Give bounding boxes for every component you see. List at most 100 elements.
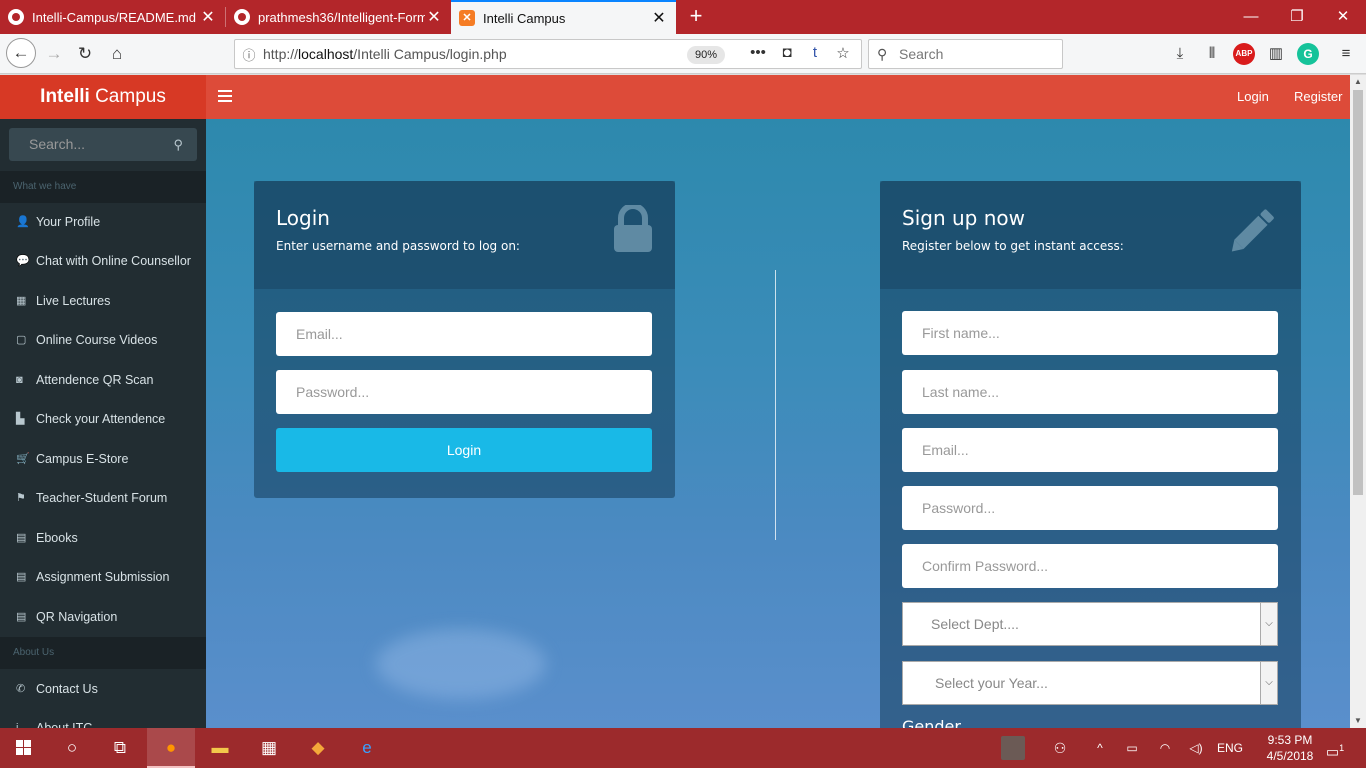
info-icon[interactable]: ⓘ xyxy=(235,45,263,64)
windows-taskbar: ○ ⧉ ● ▬ ▦ ◆ e ⚇ ^ ▭ ◠ ◁) ENG 9:53 PM 4/5… xyxy=(0,728,1366,768)
brand-logo[interactable]: Intelli Campus xyxy=(0,75,206,119)
close-tab-icon[interactable]: ✕ xyxy=(199,7,217,27)
notifications-icon[interactable]: ▭1 xyxy=(1320,728,1350,768)
page-actions-icon[interactable]: ••• xyxy=(747,44,769,61)
language-indicator[interactable]: ENG xyxy=(1214,728,1246,768)
placeholder: Email... xyxy=(922,442,969,458)
tray-chevron-icon[interactable]: ^ xyxy=(1088,728,1112,768)
sidebar-item-label: Your Profile xyxy=(36,215,101,229)
battery-icon[interactable]: ▭ xyxy=(1120,728,1144,768)
browser-search-input[interactable]: ⚲ Search xyxy=(868,39,1063,69)
sidebar-item-check-attendence[interactable]: ▙ Check your Attendence xyxy=(0,400,206,438)
volume-icon[interactable]: ◁) xyxy=(1183,728,1209,768)
dept-select[interactable]: Select Dept.... ⌵ xyxy=(902,602,1278,646)
bar-chart-icon: ▙ xyxy=(16,413,25,425)
forward-button[interactable]: → xyxy=(40,40,68,68)
placeholder: First name... xyxy=(922,325,1000,341)
browser-tab-active[interactable]: ✕ Intelli Campus ✕ xyxy=(451,0,676,34)
note-icon: ▢ xyxy=(16,334,27,346)
home-button[interactable]: ⌂ xyxy=(103,40,131,68)
close-tab-icon[interactable]: ✕ xyxy=(425,7,443,27)
pocket-icon[interactable]: ◘ xyxy=(776,44,798,61)
sidebar-search-input[interactable]: Search... ⚲ xyxy=(9,128,197,161)
wifi-icon[interactable]: ◠ xyxy=(1153,728,1177,768)
login-button[interactable]: Login xyxy=(276,428,652,472)
chevron-down-icon[interactable]: ⌵ xyxy=(1260,603,1277,645)
sidebar-item-forum[interactable]: ⚑ Teacher-Student Forum xyxy=(0,479,206,517)
sidebar-item-about[interactable]: i About ITC xyxy=(0,709,206,728)
web-page: Intelli Campus Login Register Search... … xyxy=(0,75,1350,728)
grammarly-icon[interactable]: G xyxy=(1297,43,1319,65)
signup-email-input[interactable]: Email... xyxy=(902,428,1278,472)
sidebar-toggle-icon[interactable]: ▥ xyxy=(1265,43,1287,65)
url-prefix: http:// xyxy=(263,46,299,62)
sidebar-item-live-lectures[interactable]: ▦ Live Lectures xyxy=(0,282,206,320)
bookmark-star-icon[interactable]: ☆ xyxy=(832,44,854,62)
scroll-down-icon[interactable]: ▼ xyxy=(1350,714,1366,728)
sidebar-item-qr-scan[interactable]: ◙ Attendence QR Scan xyxy=(0,361,206,399)
sidebar-item-e-store[interactable]: 🛒 Campus E-Store xyxy=(0,440,206,478)
edge-icon[interactable]: e xyxy=(343,728,391,768)
scroll-thumb[interactable] xyxy=(1353,90,1363,495)
page-scrollbar[interactable]: ▲ ▼ xyxy=(1350,75,1366,728)
hamburger-menu-icon[interactable] xyxy=(218,87,232,105)
close-tab-icon[interactable]: ✕ xyxy=(650,8,668,28)
clock[interactable]: 9:53 PM 4/5/2018 xyxy=(1258,732,1322,764)
chevron-down-icon[interactable]: ⌵ xyxy=(1260,662,1277,704)
tab-title: Intelli Campus xyxy=(483,10,566,26)
reload-button[interactable]: ↻ xyxy=(71,40,99,68)
sidebar-item-your-profile[interactable]: 👤 Your Profile xyxy=(0,203,206,241)
app-icon[interactable]: ◆ xyxy=(294,728,342,768)
login-email-input[interactable]: Email... xyxy=(276,312,652,356)
user-icon: 👤 xyxy=(16,216,30,228)
people-icon[interactable]: ⚇ xyxy=(1046,728,1074,768)
login-password-input[interactable]: Password... xyxy=(276,370,652,414)
cortana-icon[interactable]: ○ xyxy=(48,728,96,768)
chat-icon: 💬 xyxy=(16,255,30,267)
download-icon[interactable]: ⤓ xyxy=(1169,43,1191,65)
info-icon: i xyxy=(16,722,19,728)
file-explorer-icon[interactable]: ▬ xyxy=(196,728,244,768)
signup-password-input[interactable]: Password... xyxy=(902,486,1278,530)
sidebar-item-contact-us[interactable]: ✆ Contact Us xyxy=(0,670,206,708)
sidebar-item-qr-navigation[interactable]: ▤ QR Navigation xyxy=(0,598,206,636)
search-icon[interactable]: ⚲ xyxy=(173,128,183,161)
browser-tab-1[interactable]: Intelli-Campus/README.md at ✕ xyxy=(0,0,225,34)
sidebar-item-chat[interactable]: 💬 Chat with Online Counsellor xyxy=(0,242,206,280)
github-icon xyxy=(234,9,250,25)
sidebar-item-course-videos[interactable]: ▢ Online Course Videos xyxy=(0,321,206,359)
sidebar-item-assignment[interactable]: ▤ Assignment Submission xyxy=(0,558,206,596)
year-select[interactable]: Select your Year... ⌵ xyxy=(902,661,1278,705)
menu-icon[interactable]: ≡ xyxy=(1335,43,1357,65)
restore-icon[interactable]: ❐ xyxy=(1274,0,1320,34)
sidebar-search-placeholder: Search... xyxy=(29,136,86,152)
store-icon[interactable]: ▦ xyxy=(245,728,293,768)
tumblr-icon[interactable]: t xyxy=(804,44,826,61)
scroll-up-icon[interactable]: ▲ xyxy=(1350,75,1366,89)
library-icon[interactable]: ⫴ xyxy=(1201,43,1223,65)
task-view-icon[interactable]: ⧉ xyxy=(96,728,144,768)
firefox-icon[interactable]: ● xyxy=(147,728,195,768)
user-avatar[interactable] xyxy=(996,728,1030,768)
book-icon: ▤ xyxy=(16,611,27,623)
first-name-input[interactable]: First name... xyxy=(902,311,1278,355)
confirm-password-input[interactable]: Confirm Password... xyxy=(902,544,1278,588)
browser-nav-bar: ← → ↻ ⌂ ⓘ http://localhost/Intelli Campu… xyxy=(0,34,1366,74)
start-button[interactable] xyxy=(0,728,48,768)
window-controls: — ❐ ✕ xyxy=(1228,0,1366,34)
sidebar-item-label: About ITC xyxy=(36,721,93,728)
url-bar[interactable]: ⓘ http://localhost/Intelli Campus/login.… xyxy=(234,39,862,69)
adblock-icon[interactable]: ABP xyxy=(1233,43,1255,65)
browser-tab-2[interactable]: prathmesh36/Intelligent-Form- ✕ xyxy=(226,0,451,34)
back-button[interactable]: ← xyxy=(6,38,36,68)
header-register-link[interactable]: Register xyxy=(1294,75,1342,119)
close-window-icon[interactable]: ✕ xyxy=(1320,0,1366,34)
sidebar-item-ebooks[interactable]: ▤ Ebooks xyxy=(0,519,206,557)
zoom-badge[interactable]: 90% xyxy=(687,46,726,64)
new-tab-button[interactable]: + xyxy=(676,0,716,34)
header-login-link[interactable]: Login xyxy=(1237,75,1269,119)
login-panel: Login Enter username and password to log… xyxy=(254,181,675,498)
minimize-icon[interactable]: — xyxy=(1228,0,1274,34)
sidebar-item-label: Live Lectures xyxy=(36,294,111,308)
last-name-input[interactable]: Last name... xyxy=(902,370,1278,414)
